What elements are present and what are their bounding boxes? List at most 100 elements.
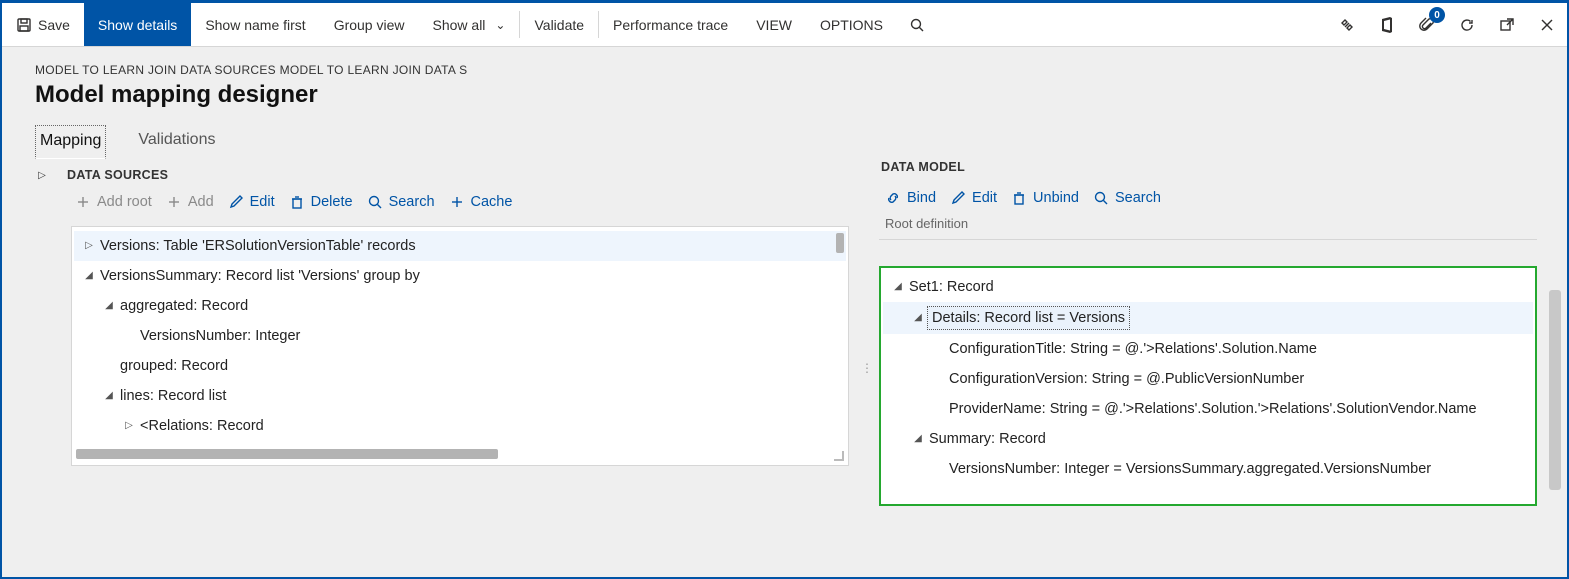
- tree-row[interactable]: ◢Set1: Record: [883, 272, 1533, 302]
- validate-label: Validate: [534, 17, 584, 33]
- data-model-tree-panel: ◢Set1: Record◢Details: Record list = Ver…: [879, 266, 1537, 506]
- attachments-button[interactable]: 0: [1407, 3, 1447, 46]
- data-sources-tree: ▷Versions: Table 'ERSolutionVersionTable…: [72, 227, 848, 445]
- tree-row[interactable]: ◢Summary: Record: [883, 424, 1533, 454]
- chevron-down-icon[interactable]: ◢: [891, 276, 905, 298]
- tree-row[interactable]: VersionsNumber: Integer: [74, 321, 846, 351]
- chevron-down-icon[interactable]: ◢: [911, 428, 925, 450]
- link-icon: [1339, 17, 1355, 33]
- add-root-button[interactable]: Add root: [75, 194, 152, 210]
- scrollbar-thumb[interactable]: [76, 449, 498, 459]
- vertical-scrollbar[interactable]: [836, 233, 844, 253]
- spacer: [937, 3, 1327, 46]
- close-button[interactable]: [1527, 3, 1567, 46]
- tab-validations[interactable]: Validations: [134, 125, 219, 158]
- tree-row[interactable]: grouped: Record: [74, 351, 846, 381]
- connector-icon-button[interactable]: [1327, 3, 1367, 46]
- data-sources-tree-panel: ▷Versions: Table 'ERSolutionVersionTable…: [71, 226, 849, 466]
- save-icon: [16, 17, 32, 33]
- validate-button[interactable]: Validate: [520, 3, 598, 46]
- tree-label: VersionsNumber: Integer: [138, 325, 302, 347]
- bind-button[interactable]: Bind: [885, 190, 936, 206]
- options-label: OPTIONS: [820, 17, 883, 33]
- toolbar-search-button[interactable]: [897, 3, 937, 46]
- horizontal-scrollbar[interactable]: [76, 449, 844, 459]
- data-sources-actions: Add root Add Edit Delete Search Cache: [35, 186, 849, 216]
- tab-validations-label: Validations: [138, 131, 215, 148]
- search-label: Search: [389, 194, 435, 210]
- show-all-dropdown[interactable]: Show all: [419, 3, 520, 46]
- plus-icon: [75, 194, 91, 210]
- show-all-label: Show all: [433, 17, 486, 33]
- show-details-button[interactable]: Show details: [84, 3, 191, 46]
- tab-mapping[interactable]: Mapping: [35, 125, 106, 159]
- view-menu[interactable]: VIEW: [742, 3, 806, 46]
- tree-row[interactable]: ProviderName: String = @.'>Relations'.So…: [883, 394, 1533, 424]
- dm-edit-label: Edit: [972, 190, 997, 206]
- show-name-first-button[interactable]: Show name first: [191, 3, 319, 46]
- refresh-icon: [1459, 17, 1475, 33]
- divider: [879, 239, 1537, 240]
- tree-label: Summary: Record: [927, 428, 1048, 450]
- tree-label: Details: Record list = Versions: [927, 306, 1130, 330]
- breadcrumb: MODEL TO LEARN JOIN DATA SOURCES MODEL T…: [35, 63, 1539, 77]
- tree-row[interactable]: ◢lines: Record list: [74, 381, 846, 411]
- close-icon: [1539, 17, 1555, 33]
- tree-row[interactable]: ▷Versions: Table 'ERSolutionVersionTable…: [74, 231, 846, 261]
- cache-button[interactable]: Cache: [449, 194, 513, 210]
- tree-row[interactable]: ▷<Relations: Record: [74, 411, 846, 441]
- delete-label: Delete: [311, 194, 353, 210]
- tree-row[interactable]: ConfigurationVersion: String = @.PublicV…: [883, 364, 1533, 394]
- search-button[interactable]: Search: [367, 194, 435, 210]
- chevron-down-icon[interactable]: ◢: [102, 385, 116, 407]
- office-icon: [1379, 17, 1395, 33]
- performance-trace-button[interactable]: Performance trace: [599, 3, 742, 46]
- resize-handle[interactable]: [832, 449, 846, 463]
- tree-label: aggregated: Record: [118, 295, 250, 317]
- panel-scrollbar[interactable]: [1549, 290, 1561, 490]
- root-definition-label: Root definition: [885, 216, 1537, 231]
- tree-label: VersionsNumber: Integer = VersionsSummar…: [947, 458, 1433, 480]
- data-model-column: DATA MODEL Bind Edit Unbind Search Root …: [867, 158, 1567, 577]
- pencil-icon: [228, 194, 244, 210]
- chevron-down-icon[interactable]: ◢: [102, 295, 116, 317]
- tree-row[interactable]: ◢VersionsSummary: Record list 'Versions'…: [74, 261, 846, 291]
- plus-icon: [166, 194, 182, 210]
- save-label: Save: [38, 17, 70, 33]
- tree-label: grouped: Record: [118, 355, 230, 377]
- page-header: MODEL TO LEARN JOIN DATA SOURCES MODEL T…: [2, 47, 1567, 117]
- save-button[interactable]: Save: [2, 3, 84, 46]
- tree-row[interactable]: ◢Details: Record list = Versions: [883, 302, 1533, 334]
- options-menu[interactable]: OPTIONS: [806, 3, 897, 46]
- search-icon: [1093, 190, 1109, 206]
- show-details-label: Show details: [98, 17, 177, 33]
- view-label: VIEW: [756, 17, 792, 33]
- chevron-right-icon[interactable]: ▷: [82, 235, 96, 257]
- refresh-button[interactable]: [1447, 3, 1487, 46]
- office-icon-button[interactable]: [1367, 3, 1407, 46]
- popout-button[interactable]: [1487, 3, 1527, 46]
- tree-row[interactable]: ConfigurationTitle: String = @.'>Relatio…: [883, 334, 1533, 364]
- edit-button[interactable]: Edit: [228, 194, 275, 210]
- dm-search-button[interactable]: Search: [1093, 190, 1161, 206]
- chevron-down-icon[interactable]: ◢: [911, 307, 925, 329]
- tree-label: ConfigurationTitle: String = @.'>Relatio…: [947, 338, 1319, 360]
- scrollbar-thumb[interactable]: [1549, 290, 1561, 490]
- chevron-right-icon[interactable]: ▷: [122, 415, 136, 437]
- data-source-types-expander[interactable]: ▷: [35, 170, 49, 181]
- group-view-button[interactable]: Group view: [320, 3, 419, 46]
- tree-label: VersionsSummary: Record list 'Versions' …: [98, 265, 422, 287]
- delete-button[interactable]: Delete: [289, 194, 353, 210]
- pencil-icon: [950, 190, 966, 206]
- data-sources-heading: DATA SOURCES: [67, 168, 168, 182]
- chevron-down-icon[interactable]: ◢: [82, 265, 96, 287]
- tree-row[interactable]: VersionsNumber: Integer = VersionsSummar…: [883, 454, 1533, 484]
- tree-label: Versions: Table 'ERSolutionVersionTable'…: [98, 235, 418, 257]
- tree-row[interactable]: ◢aggregated: Record: [74, 291, 846, 321]
- add-button[interactable]: Add: [166, 194, 214, 210]
- unbind-label: Unbind: [1033, 190, 1079, 206]
- dm-edit-button[interactable]: Edit: [950, 190, 997, 206]
- unbind-button[interactable]: Unbind: [1011, 190, 1079, 206]
- tree-label: lines: Record list: [118, 385, 228, 407]
- plus-icon: [449, 194, 465, 210]
